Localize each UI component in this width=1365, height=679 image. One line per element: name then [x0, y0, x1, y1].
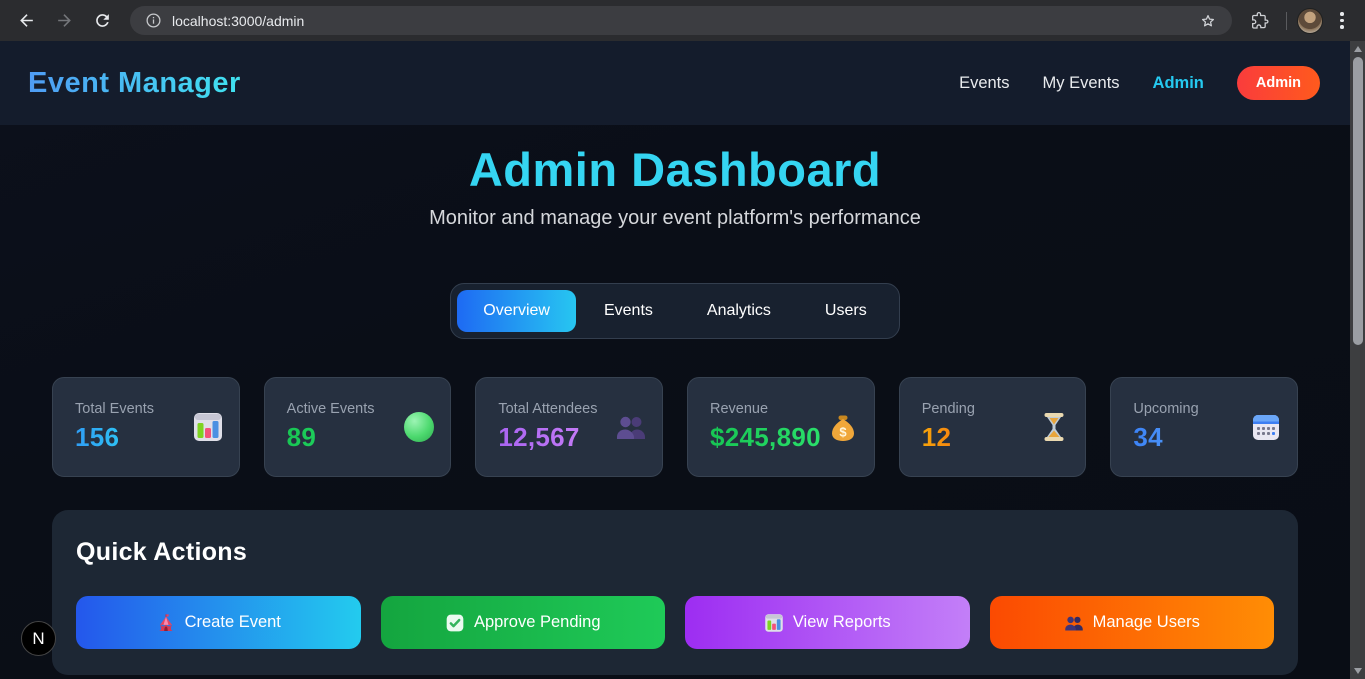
admin-role-button[interactable]: Admin: [1237, 66, 1320, 100]
stat-label: Upcoming: [1133, 401, 1198, 417]
quick-actions-panel: Quick Actions Create Event Approve Pendi…: [52, 510, 1298, 675]
stat-value: 89: [287, 422, 375, 453]
scrollbar-down-icon[interactable]: [1354, 668, 1362, 674]
stat-value: 34: [1133, 422, 1198, 453]
page-viewport: Event Manager Events My Events Admin Adm…: [0, 41, 1350, 679]
button-label: Create Event: [185, 613, 281, 632]
stat-label: Revenue: [710, 401, 821, 417]
profile-avatar[interactable]: [1297, 8, 1323, 34]
tab-events[interactable]: Events: [578, 290, 679, 332]
svg-text:$: $: [839, 425, 847, 440]
manage-users-button[interactable]: Manage Users: [990, 596, 1275, 649]
stat-card-total-attendees: Total Attendees 12,567: [475, 377, 663, 477]
page-scrollbar[interactable]: [1350, 41, 1365, 679]
page-title: Admin Dashboard: [0, 142, 1350, 197]
nav-events[interactable]: Events: [959, 74, 1009, 93]
check-icon: [445, 613, 465, 633]
hourglass-icon: [1038, 411, 1070, 443]
hero-section: Admin Dashboard Monitor and manage your …: [0, 142, 1350, 230]
stats-row: Total Events 156 Active Events 89 Total …: [52, 377, 1298, 477]
quick-actions-title: Quick Actions: [76, 538, 1274, 567]
button-label: View Reports: [793, 613, 891, 632]
nav-admin[interactable]: Admin: [1153, 74, 1204, 93]
site-info-icon[interactable]: [140, 8, 166, 34]
page-subtitle: Monitor and manage your event platform's…: [0, 207, 1350, 230]
button-label: Approve Pending: [474, 613, 601, 632]
stat-label: Total Events: [75, 401, 154, 417]
button-label: Manage Users: [1093, 613, 1200, 632]
stat-value: 156: [75, 422, 154, 453]
stat-value: 12,567: [498, 422, 597, 453]
tab-users[interactable]: Users: [799, 290, 893, 332]
create-event-button[interactable]: Create Event: [76, 596, 361, 649]
back-icon[interactable]: [10, 5, 42, 37]
scrollbar-thumb[interactable]: [1353, 57, 1363, 345]
tab-analytics[interactable]: Analytics: [681, 290, 797, 332]
url-text[interactable]: localhost:3000/admin: [172, 13, 1194, 29]
people-icon: [615, 411, 647, 443]
tab-overview[interactable]: Overview: [457, 290, 576, 332]
calendar-icon: [1250, 411, 1282, 443]
tent-icon: [156, 613, 176, 633]
brand-logo[interactable]: Event Manager: [28, 67, 241, 100]
approve-pending-button[interactable]: Approve Pending: [381, 596, 666, 649]
money-bag-icon: $: [827, 411, 859, 443]
users-icon: [1064, 613, 1084, 633]
quick-actions-buttons: Create Event Approve Pending View Report…: [76, 596, 1274, 649]
bookmark-star-icon[interactable]: [1194, 7, 1222, 35]
dashboard-tabs: Overview Events Analytics Users: [450, 283, 899, 339]
forward-icon[interactable]: [48, 5, 80, 37]
stat-label: Active Events: [287, 401, 375, 417]
view-reports-button[interactable]: View Reports: [685, 596, 970, 649]
toolbar-separator: [1286, 12, 1287, 30]
stat-label: Total Attendees: [498, 401, 597, 417]
menu-kebab-icon[interactable]: [1329, 5, 1355, 37]
main-nav: Events My Events Admin Admin: [959, 66, 1320, 100]
stat-card-upcoming: Upcoming 34: [1110, 377, 1298, 477]
stat-card-active-events: Active Events 89: [264, 377, 452, 477]
stat-card-total-events: Total Events 156: [52, 377, 240, 477]
extensions-icon[interactable]: [1244, 5, 1276, 37]
browser-toolbar: localhost:3000/admin: [0, 0, 1365, 41]
stat-card-revenue: Revenue $245,890 $: [687, 377, 875, 477]
bar-chart-icon: [192, 411, 224, 443]
stat-label: Pending: [922, 401, 975, 417]
nextjs-dev-badge[interactable]: N: [21, 621, 56, 656]
green-circle-icon: [403, 411, 435, 443]
scrollbar-up-icon[interactable]: [1354, 46, 1362, 52]
site-header: Event Manager Events My Events Admin Adm…: [0, 41, 1350, 125]
address-bar[interactable]: localhost:3000/admin: [130, 6, 1232, 35]
stat-value: 12: [922, 422, 975, 453]
nav-my-events[interactable]: My Events: [1043, 74, 1120, 93]
stat-value: $245,890: [710, 422, 821, 453]
bar-chart-icon: [764, 613, 784, 633]
refresh-icon[interactable]: [86, 5, 118, 37]
stat-card-pending: Pending 12: [899, 377, 1087, 477]
